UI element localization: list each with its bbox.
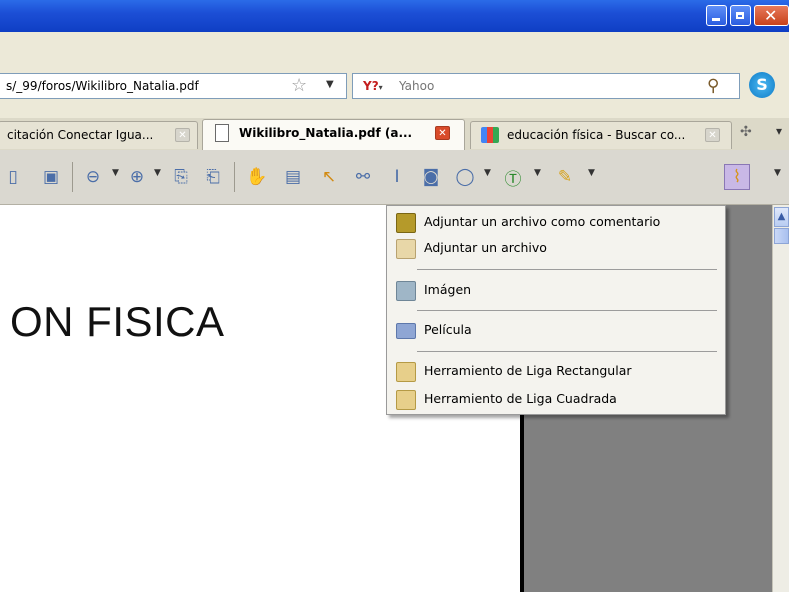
tab-bar: citación Conectar Igua... ✕ Wikilibro_Na… [0, 118, 789, 151]
menu-item-attach-comment[interactable]: Adjuntar un archivo como comentario [388, 210, 724, 234]
pen-dropdown-icon[interactable]: ▼ [588, 168, 595, 178]
document-heading: ON FISICA [10, 298, 225, 345]
skype-label: S [756, 75, 768, 94]
skype-icon[interactable]: S [749, 72, 775, 98]
search-box[interactable]: Y?▾ ⚲ [352, 73, 740, 99]
vertical-scrollbar[interactable]: ▲ [772, 205, 789, 592]
menu-divider [417, 310, 717, 311]
pdf-toolbar: ▯ ▣ ⊖ ▼ ⊕ ▼ ⎘ ⎗ ✋ ▤ ↖ ⚯ Ⅰ ◙ ◯ ▼ Ⓣ ▼ ✎ ▼ … [0, 150, 789, 205]
address-text: s/_99/foros/Wikilibro_Natalia.pdf [6, 79, 199, 93]
menu-divider [417, 351, 717, 352]
text-field-icon[interactable]: Ⅰ [384, 164, 410, 190]
hand-tool-icon[interactable]: ✋ [244, 164, 270, 190]
page-icon[interactable]: ▯ [0, 164, 26, 190]
text-dropdown-icon[interactable]: ▼ [534, 168, 541, 178]
scroll-up-icon[interactable]: ▲ [774, 207, 789, 227]
select-text-icon[interactable]: ▤ [280, 164, 306, 190]
bookmark-star-icon[interactable]: ☆ [291, 77, 307, 95]
menu-item-label: Herramiento de Liga Cuadrada [424, 391, 617, 406]
attach-file-icon [396, 239, 416, 259]
menu-item-label: Imágen [424, 282, 472, 297]
menu-item-label: Herramiento de Liga Rectangular [424, 363, 632, 378]
tab-label: citación Conectar Igua... [7, 128, 154, 142]
page-fit-icon[interactable]: ▣ [38, 164, 64, 190]
link-square-icon [396, 390, 416, 410]
pdf-document-icon [215, 124, 229, 142]
google-icon [481, 127, 499, 143]
select-arrow-icon[interactable]: ↖ [316, 164, 342, 190]
window-title-bar: ✕ [0, 0, 789, 32]
tab-close-icon[interactable]: ✕ [175, 128, 190, 142]
tab-wikilibro[interactable]: Wikilibro_Natalia.pdf (a... ✕ [202, 119, 465, 150]
close-icon: ✕ [764, 6, 778, 25]
menu-item-image[interactable]: Imágen [388, 278, 724, 302]
zoom-out-icon[interactable]: ⊖ [80, 164, 106, 190]
tab-educacion-fisica[interactable]: educación física - Buscar co... ✕ [470, 121, 732, 149]
yahoo-engine-icon[interactable]: Y?▾ [363, 79, 383, 93]
address-dropdown-icon[interactable]: ▼ [326, 79, 334, 90]
highlight-pen-icon[interactable]: ✎ [552, 164, 578, 190]
attach-paperclip-icon[interactable]: ⌇ [724, 164, 750, 190]
tab-capacitacion[interactable]: citación Conectar Igua... ✕ [0, 121, 198, 149]
close-button[interactable]: ✕ [754, 5, 789, 26]
zoom-in-dropdown-icon[interactable]: ▼ [154, 168, 161, 178]
restore-button[interactable] [730, 5, 751, 26]
shape-circle-icon[interactable]: ◯ [452, 164, 478, 190]
tab-label: educación física - Buscar co... [507, 128, 686, 142]
new-tab-icon[interactable]: ✣ [740, 124, 752, 140]
minimize-icon [712, 18, 720, 21]
minimize-button[interactable] [706, 5, 727, 26]
menu-bar [0, 32, 789, 61]
toolbar-divider [72, 162, 73, 192]
tab-close-icon[interactable]: ✕ [435, 126, 450, 140]
menu-item-attach-file[interactable]: Adjuntar un archivo [388, 236, 724, 260]
navigation-bar: s/_99/foros/Wikilibro_Natalia.pdf ☆ ▼ Y?… [0, 60, 789, 118]
menu-item-link-rect[interactable]: Herramiento de Liga Rectangular [388, 359, 724, 383]
menu-item-label: Adjuntar un archivo como comentario [424, 214, 661, 229]
link-rect-icon [396, 362, 416, 382]
page-extract-icon[interactable]: ⎗ [200, 164, 226, 190]
toolbar-divider [234, 162, 235, 192]
tab-close-icon[interactable]: ✕ [705, 128, 720, 142]
search-engine-label: Y? [363, 79, 379, 93]
menu-item-link-square[interactable]: Herramiento de Liga Cuadrada [388, 387, 724, 411]
attach-comment-icon [396, 213, 416, 233]
tab-label: Wikilibro_Natalia.pdf (a... [239, 126, 413, 140]
menu-divider [417, 269, 717, 270]
zoom-in-icon[interactable]: ⊕ [124, 164, 150, 190]
menu-item-label: Película [424, 322, 472, 337]
find-binoculars-icon[interactable]: ⚯ [350, 164, 376, 190]
address-bar[interactable]: s/_99/foros/Wikilibro_Natalia.pdf ☆ ▼ [0, 73, 347, 99]
search-magnifier-icon[interactable]: ⚲ [707, 76, 719, 96]
text-annotation-icon[interactable]: Ⓣ [500, 164, 526, 190]
page-navigate-icon[interactable]: ⎘ [168, 164, 194, 190]
menu-item-movie[interactable]: Película [388, 318, 724, 342]
image-icon [396, 281, 416, 301]
snapshot-icon[interactable]: ◙ [418, 164, 444, 190]
shape-dropdown-icon[interactable]: ▼ [484, 168, 491, 178]
attach-menu: Adjuntar un archivo como comentario Adju… [386, 205, 726, 415]
restore-icon [736, 12, 744, 19]
search-input[interactable] [399, 79, 659, 93]
scroll-thumb[interactable] [774, 228, 789, 244]
movie-icon [396, 323, 416, 339]
list-tabs-icon[interactable]: ▾ [776, 124, 782, 138]
attach-dropdown-icon[interactable]: ▼ [774, 168, 781, 178]
menu-item-label: Adjuntar un archivo [424, 240, 547, 255]
zoom-out-dropdown-icon[interactable]: ▼ [112, 168, 119, 178]
